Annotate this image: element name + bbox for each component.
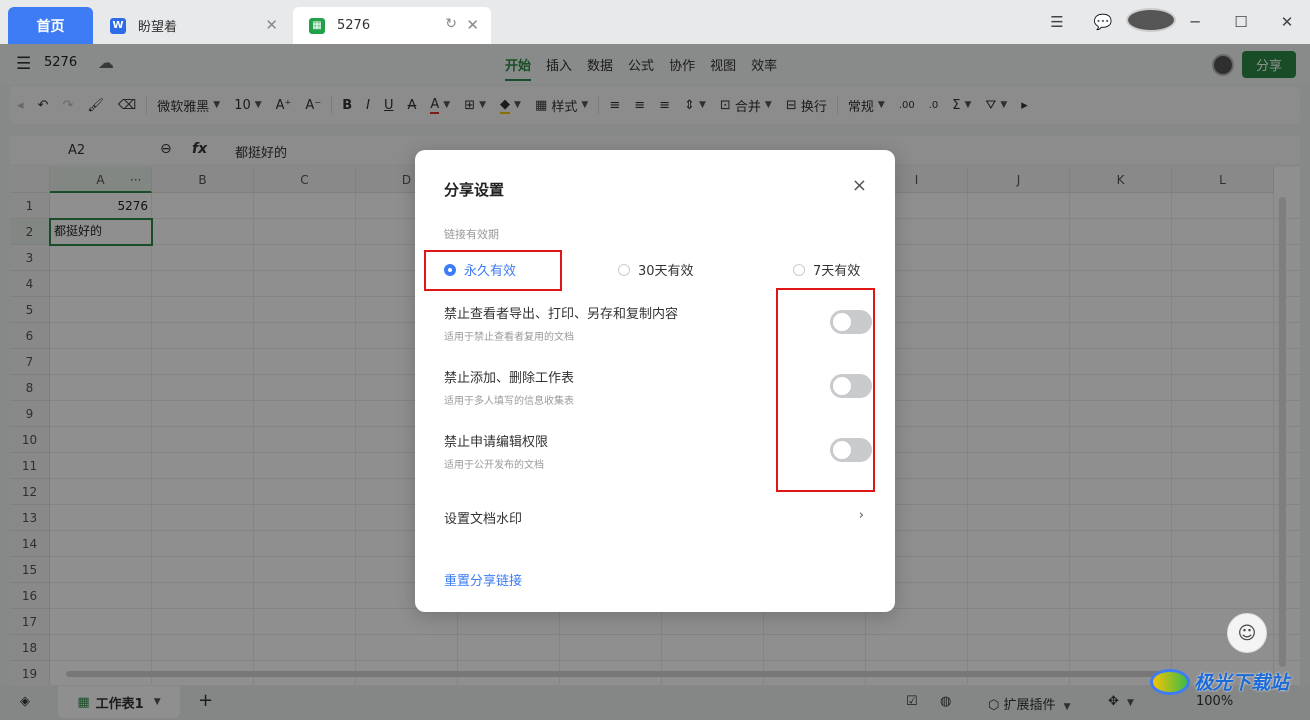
- chevron-right-icon: ›: [858, 508, 864, 523]
- annotation-box-permanent: [424, 250, 562, 291]
- tab-home[interactable]: 首页: [8, 7, 93, 44]
- radio-7-days-label: 7天有效: [813, 264, 861, 279]
- reset-share-link[interactable]: 重置分享链接: [444, 570, 522, 589]
- brand-logo-icon: [1150, 668, 1190, 695]
- reload-icon[interactable]: ↻: [445, 16, 457, 32]
- close-icon[interactable]: ✕: [265, 16, 278, 34]
- maximize-icon[interactable]: ☐: [1218, 13, 1264, 31]
- radio-unchecked-icon: [618, 263, 630, 276]
- tab-document[interactable]: W 盼望着 ✕: [94, 7, 290, 44]
- menu-lines-icon[interactable]: ☰: [1034, 13, 1080, 31]
- chat-bubble-icon[interactable]: 💬: [1080, 13, 1126, 31]
- user-avatar[interactable]: [1126, 8, 1176, 36]
- assistant-avatar-icon[interactable]: ☺: [1227, 613, 1267, 653]
- writer-doc-icon: W: [110, 17, 126, 34]
- brand-watermark: 极光下载站: [1150, 668, 1289, 695]
- tab-spreadsheet-label: 5276: [337, 18, 371, 33]
- spreadsheet-icon: ▦: [309, 17, 325, 34]
- window-close-icon[interactable]: ✕: [1264, 13, 1310, 31]
- validity-label: 链接有效期: [444, 228, 499, 241]
- dialog-close-icon[interactable]: ×: [852, 175, 867, 196]
- brand-text: 极光下载站: [1194, 672, 1290, 694]
- window-controls: ☰ 💬 ─ ☐ ✕: [1034, 0, 1310, 44]
- radio-unchecked-icon: [793, 263, 805, 276]
- app-window: 首页 W 盼望着 ✕ ▦ 5276 ↻ ✕ ☰ 💬 ─ ☐ ✕ ☰ 5276 ☁…: [0, 0, 1310, 720]
- watermark-setting-row[interactable]: 设置文档水印 ›: [444, 508, 864, 527]
- minimize-icon[interactable]: ─: [1172, 13, 1218, 31]
- dialog-title: 分享设置: [444, 181, 505, 199]
- close-icon[interactable]: ✕: [466, 16, 479, 34]
- tab-document-label: 盼望着: [138, 20, 178, 35]
- watermark-label: 设置文档水印: [444, 512, 523, 527]
- radio-7-days[interactable]: 7天有效: [793, 260, 860, 279]
- tab-spreadsheet[interactable]: ▦ 5276 ↻ ✕: [293, 7, 491, 44]
- tab-bar: 首页 W 盼望着 ✕ ▦ 5276 ↻ ✕ ☰ 💬 ─ ☐ ✕: [0, 0, 1310, 44]
- annotation-box-toggles: [776, 288, 875, 492]
- radio-30-days[interactable]: 30天有效: [618, 260, 694, 279]
- radio-30-days-label: 30天有效: [638, 264, 694, 279]
